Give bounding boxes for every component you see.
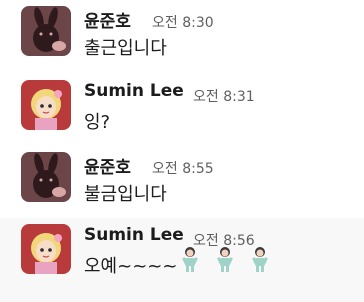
emoji-group — [180, 246, 270, 272]
message-item[interactable]: 윤준호 오전 8:30 출근입니다 — [0, 4, 364, 76]
message-author[interactable]: 윤준호 — [84, 7, 131, 32]
message-item[interactable]: Sumin Lee 오전 8:31 잉? — [0, 78, 364, 150]
message-text: 오예~~~~ — [84, 256, 178, 277]
dancing-person-emoji-icon — [182, 247, 198, 272]
message-timestamp[interactable]: 오전 8:31 — [193, 86, 255, 106]
girl-avatar-icon[interactable] — [21, 80, 71, 130]
message-text: 불금입니다 — [84, 184, 167, 205]
message-item[interactable]: 윤준호 오전 8:55 불금입니다 — [0, 150, 364, 222]
bunny-avatar-icon[interactable] — [21, 6, 71, 56]
message-timestamp[interactable]: 오전 8:55 — [152, 158, 214, 178]
message-timestamp[interactable]: 오전 8:30 — [152, 12, 214, 32]
message-author[interactable]: 윤준호 — [84, 153, 131, 178]
message-text: 출근입니다 — [84, 38, 167, 59]
bunny-avatar-icon[interactable] — [21, 152, 71, 202]
message-item[interactable]: Sumin Lee 오전 8:56 오예~~~~ — [0, 218, 364, 302]
message-text: 잉? — [84, 112, 111, 133]
dancing-person-emoji-icon — [217, 247, 233, 272]
dancing-person-emoji-icon — [252, 247, 268, 272]
message-author[interactable]: Sumin Lee — [84, 225, 184, 245]
message-author[interactable]: Sumin Lee — [84, 81, 184, 101]
girl-avatar-icon[interactable] — [21, 224, 71, 274]
